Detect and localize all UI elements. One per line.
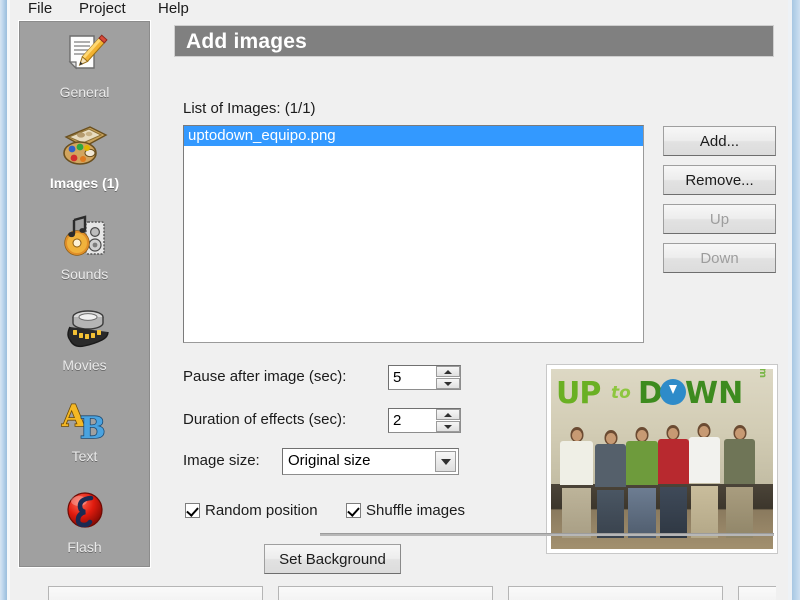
checkbox-checked-icon [185,503,200,518]
spinner-up-icon[interactable] [436,366,460,377]
list-caption: List of Images: (1/1) [183,100,316,117]
logo-up-text: UP [556,376,601,411]
logo-wn-text: WN [685,376,744,411]
uptodown-logo: UP to D WN .com [554,369,770,411]
logo-to-text: to [611,383,631,403]
sidebar-item-label: Movies [62,357,107,373]
sidebar-item-flash[interactable]: Flash [19,478,150,570]
menu-item-project[interactable]: Project [73,0,132,19]
duration-of-effects-label: Duration of effects (sec): [183,411,347,428]
sidebar-item-label: Sounds [60,266,109,282]
page-title: Add images [186,30,308,53]
sidebar-item-label: Flash [67,539,102,555]
down-button[interactable]: Down [663,243,776,273]
image-size-label: Image size: [183,452,260,469]
person [724,424,756,539]
image-size-value: Original size [288,452,371,469]
sidebar-item-sounds[interactable]: Sounds [19,205,150,297]
panel-title-bar: Add images [174,25,774,57]
window-frame-right-inner [788,0,792,600]
sidebar-item-text[interactable]: A B Text [19,387,150,479]
flash-ball-icon [19,482,150,538]
person [626,426,658,539]
random-position-label: Random position [205,502,318,519]
random-position-checkbox[interactable]: Random position [185,502,318,519]
up-button[interactable]: Up [663,204,776,234]
remove-button[interactable]: Remove... [663,165,776,195]
bottom-toolbar-button[interactable] [508,586,723,600]
palette-icon [19,118,150,174]
person [657,424,689,539]
document-pencil-icon [19,27,150,83]
bottom-separator [320,533,774,536]
chevron-down-icon[interactable] [435,451,456,472]
sidebar-item-general[interactable]: General [19,23,150,115]
image-size-select[interactable]: Original size [282,448,459,475]
spinner-down-icon[interactable] [436,378,460,389]
spinner-up-icon[interactable] [436,409,460,420]
menu-item-file[interactable]: File [22,0,58,19]
set-background-button[interactable]: Set Background [264,544,401,574]
window-frame-right-edge [792,0,800,600]
preview-photo: UP to D WN .com [551,369,773,549]
download-arrow-icon [660,379,686,405]
pause-after-image-stepper[interactable] [388,365,461,390]
shuffle-images-checkbox[interactable]: Shuffle images [346,502,465,519]
logo-com-text: .com [757,369,768,378]
sidebar-item-movies[interactable]: Movies [19,296,150,388]
image-list[interactable]: uptodown_equipo.png [183,125,644,343]
image-preview[interactable]: UP to D WN .com [546,364,778,554]
svg-text:B: B [80,411,105,442]
window-frame-left-edge [0,0,7,600]
person [688,423,720,539]
sidebar: General Images (1) Sounds Movies A B Tex… [18,20,151,568]
bottom-toolbar [20,578,776,600]
content-panel: Add images List of Images: (1/1) uptodow… [160,20,782,574]
ab-letters-icon: A B [19,391,150,447]
sidebar-item-label: Images (1) [49,175,120,191]
bottom-toolbar-button[interactable] [48,586,263,600]
sidebar-item-images[interactable]: Images (1) [19,114,150,206]
pause-after-image-input[interactable] [389,366,436,389]
duration-of-effects-stepper[interactable] [388,408,461,433]
shuffle-images-label: Shuffle images [366,502,465,519]
person [559,426,594,539]
spinner-buttons [436,366,460,389]
spinner-buttons [436,409,460,432]
person [595,430,627,539]
bottom-toolbar-button[interactable] [278,586,493,600]
window-client-area: File Project Help General Images (1) Sou… [10,0,788,600]
application-window: File Project Help General Images (1) Sou… [0,0,800,600]
sidebar-item-label: General [59,84,110,100]
spinner-down-icon[interactable] [436,421,460,432]
cd-speaker-icon [19,209,150,265]
film-reel-icon [19,300,150,356]
list-item[interactable]: uptodown_equipo.png [184,126,643,146]
duration-of-effects-input[interactable] [389,409,436,432]
menu-item-help[interactable]: Help [152,0,195,19]
bottom-toolbar-button[interactable] [738,586,776,600]
menu-bar: File Project Help [10,0,788,20]
sidebar-item-label: Text [71,448,98,464]
checkbox-checked-icon [346,503,361,518]
pause-after-image-label: Pause after image (sec): [183,368,347,385]
add-button[interactable]: Add... [663,126,776,156]
